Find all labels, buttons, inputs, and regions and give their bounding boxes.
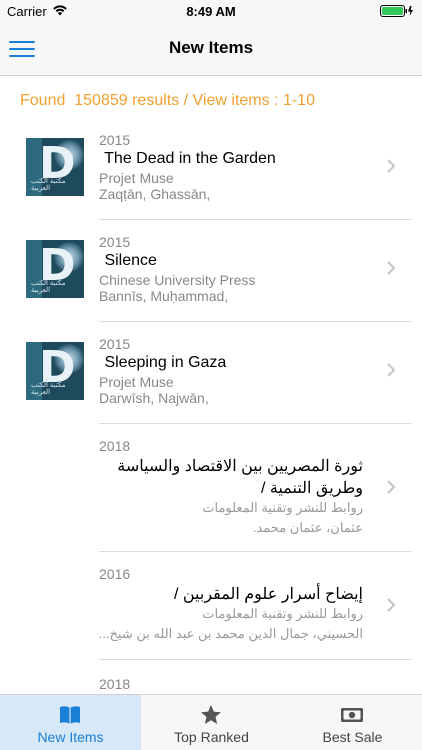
item-year: 2015 <box>99 132 131 148</box>
chevron-right-icon <box>387 159 396 173</box>
list-item[interactable]: D مكتبة الكتب العربية 2015 Silence Chine… <box>0 220 422 322</box>
item-publisher: Projet Muse <box>99 170 174 186</box>
chevron-right-icon <box>387 480 396 494</box>
item-publisher: روابط للنشر وتقنية المعلومات <box>202 606 363 621</box>
item-author: Darwīsh, Najwān, <box>99 390 209 406</box>
item-author: Bannīs, Muḥammad, <box>99 288 229 304</box>
tab-label: Top Ranked <box>174 729 249 745</box>
book-cover: D مكتبة الكتب العربية <box>26 342 84 400</box>
item-author: الحسيني، جمال الدين محمد بن عبد الله بن … <box>98 626 363 641</box>
item-publisher: Chinese University Press <box>99 272 256 288</box>
item-title: Sleeping in Gaza <box>100 354 227 371</box>
item-list: D مكتبة الكتب العربية 2015 The Dead in t… <box>0 118 422 694</box>
chevron-right-icon <box>387 598 396 612</box>
clock: 8:49 AM <box>186 4 236 19</box>
book-cover: D مكتبة الكتب العربية <box>26 138 84 196</box>
item-publisher: Projet Muse <box>99 374 174 390</box>
list-item[interactable]: 2018 <box>0 660 422 694</box>
item-title: Silence <box>100 252 157 269</box>
book-icon <box>60 706 80 724</box>
page-title: New Items <box>168 38 254 57</box>
tab-best-sale[interactable]: Best Sale <box>282 695 422 750</box>
chevron-right-icon <box>387 261 396 275</box>
item-title: إيضاح أسرار علوم المقربين / <box>173 586 363 603</box>
tab-top-ranked[interactable]: Top Ranked <box>141 695 282 750</box>
item-title: ثورة المصريين بين الاقتصاد والسياسة وطري… <box>117 458 363 497</box>
item-year: 2015 <box>99 234 131 250</box>
item-publisher: روابط للنشر وتقنية المعلومات <box>202 500 363 515</box>
tab-label: New Items <box>37 729 104 745</box>
tab-bar: New Items Top Ranked Best Sale <box>0 694 422 750</box>
list-item[interactable]: D مكتبة الكتب العربية 2015 The Dead in t… <box>0 118 422 220</box>
chevron-right-icon <box>387 363 396 377</box>
item-author: Zaqṭān, Ghassān, <box>99 186 211 202</box>
item-year: 2018 <box>99 676 131 692</box>
status-bar: Carrier 8:49 AM <box>0 0 422 22</box>
list-item[interactable]: D مكتبة الكتب العربية 2015 Sleeping in G… <box>0 322 422 424</box>
list-item[interactable]: 2016 إيضاح أسرار علوم المقربين / روابط ل… <box>0 552 422 660</box>
tab-new-items[interactable]: New Items <box>0 695 141 750</box>
banknote-icon <box>341 708 363 722</box>
item-year: 2018 <box>99 438 131 454</box>
list-item[interactable]: 2018 ثورة المصريين بين الاقتصاد والسياسة… <box>0 424 422 552</box>
item-year: 2016 <box>99 566 131 582</box>
book-cover: D مكتبة الكتب العربية <box>26 240 84 298</box>
item-author: عثمان، عثمان محمد. <box>252 520 363 535</box>
result-summary: Found 150859 results / View items : 1-10 <box>20 92 315 109</box>
battery-icon <box>380 5 413 17</box>
navigation-bar: New Items <box>0 22 422 76</box>
item-title: The Dead in the Garden <box>100 150 276 167</box>
item-year: 2015 <box>99 336 131 352</box>
star-icon <box>201 705 221 724</box>
tab-label: Best Sale <box>322 729 383 745</box>
